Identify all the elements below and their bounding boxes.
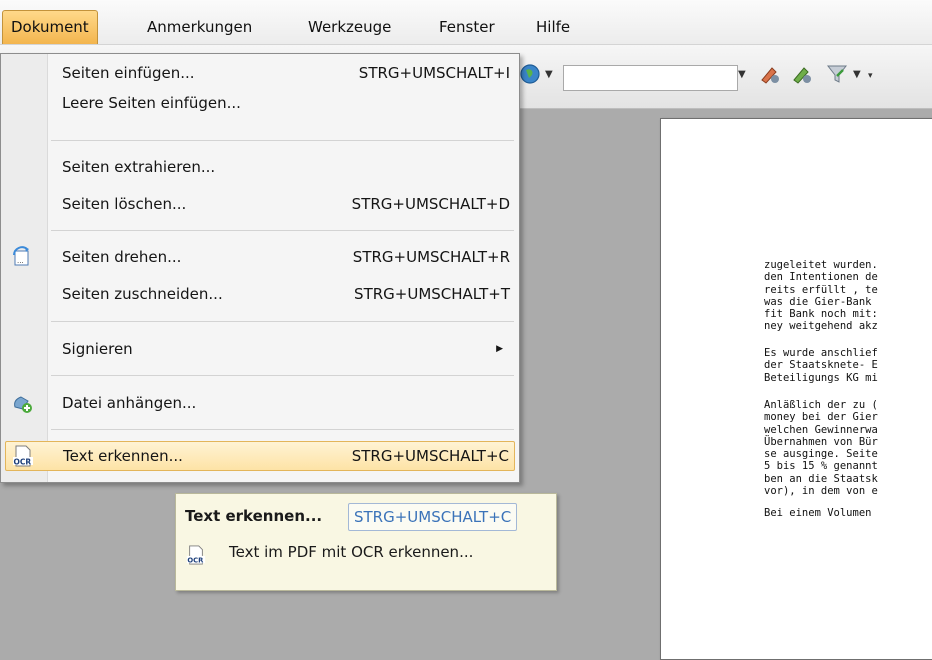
menu-item-label: Datei anhängen... <box>62 394 197 412</box>
menu-item-label: Seiten extrahieren... <box>62 158 216 176</box>
menu-anmerkungen[interactable]: Anmerkungen <box>147 12 252 42</box>
menu-dokument[interactable]: Dokument <box>2 10 98 44</box>
combo-dropdown-icon[interactable]: ▼ <box>738 69 746 80</box>
globe-dropdown-icon[interactable]: ▼ <box>545 69 553 80</box>
submenu-arrow-icon: ▶ <box>496 344 503 354</box>
menu-item-label: Leere Seiten einfügen... <box>62 94 241 112</box>
menu-item-shortcut: STRG+UMSCHALT+T <box>354 285 510 303</box>
svg-text:OCR: OCR <box>187 557 204 565</box>
menu-item-label: Seiten zuschneiden... <box>62 285 223 303</box>
pdf-page[interactable]: zugeleitet wurden. den Intentionen de re… <box>660 118 932 660</box>
page-paragraph-3: Anläßlich der zu ( money bei der Gier we… <box>764 399 878 498</box>
menu-separator <box>51 375 514 376</box>
menu-separator <box>51 230 514 231</box>
menu-bar: Dokument Anmerkungen Werkzeuge Fenster H… <box>0 0 932 45</box>
funnel-icon[interactable] <box>825 62 849 86</box>
menu-item-shortcut: STRG+UMSCHALT+D <box>351 195 510 213</box>
attach-file-icon <box>14 396 32 413</box>
rotate-pages-icon: ... <box>13 246 29 266</box>
menu-item-datei-anhaengen[interactable]: Datei anhängen... <box>5 388 515 418</box>
funnel-dropdown-icon[interactable]: ▼ <box>853 69 861 80</box>
page-paragraph-2: Es wurde anschlief der Staatsknete- E Be… <box>764 347 878 384</box>
menu-item-label: Seiten löschen... <box>62 195 187 213</box>
globe-icon[interactable] <box>518 62 542 86</box>
tooltip: Text erkennen... STRG+UMSCHALT+C OCR Tex… <box>175 493 557 591</box>
menu-item-seiten-zuschneiden[interactable]: Seiten zuschneiden... STRG+UMSCHALT+T <box>5 279 515 309</box>
svg-text:OCR: OCR <box>14 458 32 467</box>
menu-item-seiten-extrahieren[interactable]: Seiten extrahieren... <box>5 152 515 182</box>
svg-text:...: ... <box>17 257 24 265</box>
tooltip-title: Text erkennen... <box>185 507 323 525</box>
menu-item-leere-seiten-einfuegen[interactable]: Leere Seiten einfügen... <box>5 88 515 118</box>
pen-tool-icon[interactable] <box>758 62 782 86</box>
menu-item-text-erkennen[interactable]: OCR Text erkennen... STRG+UMSCHALT+C <box>5 441 515 471</box>
tooltip-shortcut: STRG+UMSCHALT+C <box>348 503 518 531</box>
menu-item-label: Text erkennen... <box>63 447 183 465</box>
pen-tool-alt-icon[interactable] <box>790 62 814 86</box>
menu-item-shortcut: STRG+UMSCHALT+R <box>352 248 510 266</box>
menu-fenster[interactable]: Fenster <box>439 12 495 42</box>
page-paragraph-1: zugeleitet wurden. den Intentionen de re… <box>764 259 878 333</box>
menu-separator <box>51 321 514 322</box>
menu-separator <box>51 429 514 430</box>
ocr-icon: OCR <box>186 545 206 565</box>
menu-hilfe[interactable]: Hilfe <box>536 12 570 42</box>
page-paragraph-4: Bei einem Volumen <box>764 507 872 519</box>
menu-item-shortcut: STRG+UMSCHALT+I <box>358 64 510 82</box>
menu-item-label: Signieren <box>62 340 133 358</box>
menu-item-shortcut: STRG+UMSCHALT+C <box>351 447 509 465</box>
ocr-icon: OCR <box>13 445 33 467</box>
menu-item-label: Seiten drehen... <box>62 248 182 266</box>
menu-item-seiten-einfuegen[interactable]: Seiten einfügen... STRG+UMSCHALT+I <box>5 58 515 88</box>
overflow-icon[interactable]: ▾ <box>868 71 873 81</box>
menu-werkzeuge[interactable]: Werkzeuge <box>308 12 391 42</box>
menu-item-seiten-drehen[interactable]: ... Seiten drehen... STRG+UMSCHALT+R <box>5 242 515 272</box>
menu-item-seiten-loeschen[interactable]: Seiten löschen... STRG+UMSCHALT+D <box>5 189 515 219</box>
tooltip-description: Text im PDF mit OCR erkennen... <box>229 543 474 561</box>
menu-item-signieren[interactable]: Signieren ▶ <box>5 334 515 364</box>
menu-item-label: Seiten einfügen... <box>62 64 195 82</box>
dokument-menu: Seiten einfügen... STRG+UMSCHALT+I Leere… <box>0 53 520 483</box>
toolbar-combo-input[interactable] <box>563 65 738 91</box>
menu-separator <box>51 140 514 141</box>
